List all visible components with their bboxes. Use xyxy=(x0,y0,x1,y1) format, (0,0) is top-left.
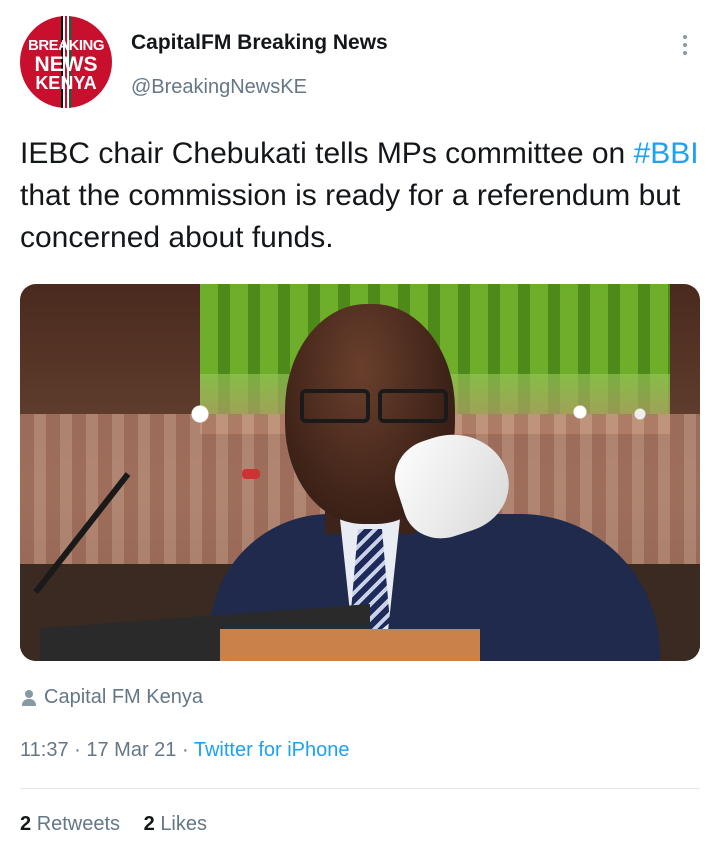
tweet-text-end: that the commission is ready for a refer… xyxy=(20,179,681,254)
retweets-label: Retweets xyxy=(36,813,121,835)
likes-count: 2 xyxy=(143,813,155,835)
tweet-text-start: IEBC chair Chebukati tells MPs committee… xyxy=(20,137,634,170)
photo-credit-label: Capital FM Kenya xyxy=(44,686,203,708)
person-icon xyxy=(22,689,36,706)
author-name[interactable]: CapitalFM Breaking News xyxy=(131,31,388,55)
divider xyxy=(20,788,700,789)
likes-stat[interactable]: 2 Likes xyxy=(144,813,207,835)
profile-avatar[interactable]: BREAKING NEWS KENYA xyxy=(20,16,112,108)
tweet-text: IEBC chair Chebukati tells MPs committee… xyxy=(20,133,700,259)
tweet-time[interactable]: 11:37 xyxy=(20,739,69,761)
avatar-text-line-1: BREAKING xyxy=(27,37,105,54)
retweets-stat[interactable]: 2 Retweets xyxy=(20,813,120,835)
avatar-text-line-3: KENYA xyxy=(35,73,97,93)
tweet-source-link[interactable]: Twitter for iPhone xyxy=(194,739,350,761)
hashtag-link[interactable]: #BBI xyxy=(634,137,699,170)
likes-label: Likes xyxy=(160,813,208,835)
tweet-meta: 11:37 · 17 Mar 21 · Twitter for iPhone xyxy=(20,739,350,762)
tweet-photo[interactable] xyxy=(20,284,700,661)
meta-separator-1: · xyxy=(74,739,81,761)
retweets-count: 2 xyxy=(20,813,32,835)
tweet-date[interactable]: 17 Mar 21 xyxy=(86,739,176,761)
photo-credit[interactable]: Capital FM Kenya xyxy=(20,686,203,709)
engagement-stats: 2 Retweets 2 Likes xyxy=(20,813,207,836)
meta-separator-2: · xyxy=(182,739,189,761)
more-options-icon[interactable] xyxy=(672,28,698,62)
avatar-text-line-2: NEWS xyxy=(34,53,98,76)
author-handle[interactable]: @BreakingNewsKE xyxy=(131,76,307,99)
